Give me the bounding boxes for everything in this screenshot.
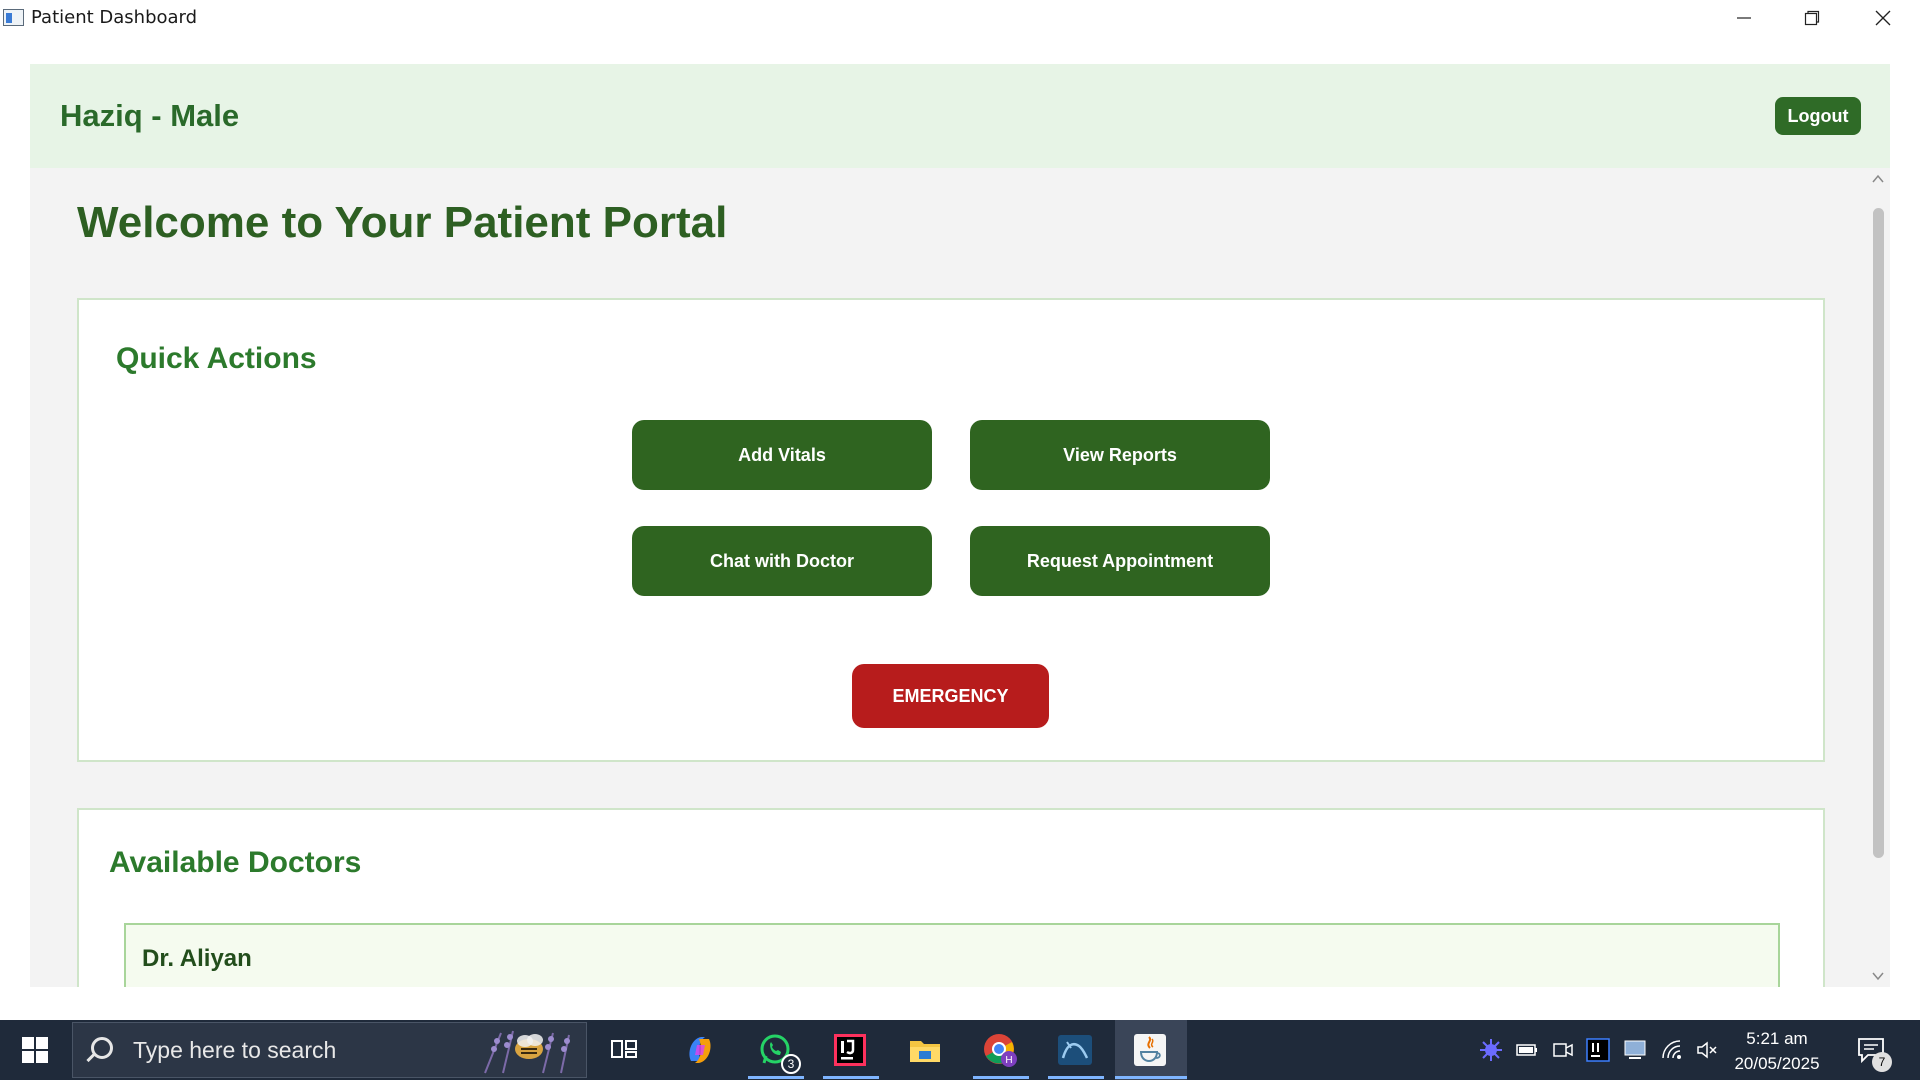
chrome-running-indicator: [973, 1076, 1029, 1079]
vertical-scrollbar[interactable]: [1868, 168, 1890, 987]
notification-count-badge: 7: [1872, 1052, 1892, 1072]
battery-icon[interactable]: [1515, 1038, 1539, 1062]
mute-icon[interactable]: [1695, 1038, 1719, 1062]
maximize-button[interactable]: [1778, 0, 1846, 36]
view-reports-button[interactable]: View Reports: [970, 420, 1270, 490]
request-appointment-button[interactable]: Request Appointment: [970, 526, 1270, 596]
app-window-icon: [3, 9, 24, 26]
emergency-button[interactable]: EMERGENCY: [852, 664, 1049, 728]
available-doctors-card: Available Doctors Dr. Aliyan: [77, 808, 1825, 987]
close-button[interactable]: [1849, 0, 1917, 36]
wifi-icon[interactable]: [1660, 1038, 1684, 1062]
page-title: Welcome to Your Patient Portal: [77, 198, 728, 247]
patient-header: Haziq - Male Logout: [30, 64, 1890, 168]
minimize-button[interactable]: [1710, 0, 1778, 36]
taskbar-search-box[interactable]: Type here to search: [72, 1022, 587, 1078]
chrome-button[interactable]: H: [980, 1030, 1020, 1070]
widget-icon[interactable]: [1479, 1038, 1503, 1062]
scroll-up-arrow-icon[interactable]: [1872, 172, 1884, 188]
task-view-icon: [611, 1040, 637, 1058]
clock-date: 20/05/2025: [1734, 1054, 1820, 1073]
mysql-running-indicator: [1048, 1076, 1104, 1079]
intellij-tray-icon[interactable]: [1586, 1038, 1610, 1062]
doctor-list-item[interactable]: Dr. Aliyan: [124, 923, 1780, 987]
search-placeholder: Type here to search: [133, 1037, 337, 1063]
chat-with-doctor-button[interactable]: Chat with Doctor: [632, 526, 932, 596]
whatsapp-unread-badge: 3: [781, 1054, 801, 1074]
chrome-icon: H: [984, 1034, 1017, 1067]
window-title-bar: Patient Dashboard: [0, 0, 1920, 36]
file-explorer-button[interactable]: [905, 1030, 945, 1070]
whatsapp-running-indicator: [748, 1076, 804, 1079]
quick-actions-title: Quick Actions: [116, 342, 317, 375]
logout-button[interactable]: Logout: [1775, 97, 1861, 135]
copilot-icon: [689, 1037, 711, 1063]
display-icon[interactable]: [1623, 1038, 1647, 1062]
start-button[interactable]: [0, 1020, 70, 1080]
search-icon: [91, 1037, 113, 1059]
main-content[interactable]: Welcome to Your Patient Portal Quick Act…: [30, 168, 1868, 987]
file-explorer-icon: [910, 1041, 940, 1062]
intellij-running-indicator: [823, 1076, 879, 1079]
windows-taskbar: Type here to search 3 H 5:21 am 20/05/20…: [0, 1020, 1920, 1080]
taskbar-clock[interactable]: 5:21 am 20/05/2025: [1722, 1026, 1832, 1076]
windows-logo-icon: [22, 1037, 48, 1063]
search-highlight-lavender-icon: [484, 1030, 570, 1074]
copilot-button[interactable]: [680, 1030, 720, 1070]
java-app-running-indicator: [1115, 1076, 1187, 1079]
mysql-workbench-icon: [1058, 1035, 1092, 1065]
scroll-down-arrow-icon[interactable]: [1872, 969, 1884, 985]
whatsapp-button[interactable]: 3: [755, 1030, 801, 1074]
intellij-button[interactable]: [830, 1030, 870, 1070]
minimize-icon: [1737, 17, 1751, 19]
patient-name-gender: Haziq - Male: [60, 98, 240, 133]
meet-icon[interactable]: [1551, 1038, 1575, 1062]
java-app-button[interactable]: [1130, 1030, 1170, 1070]
java-icon: [1134, 1034, 1166, 1066]
doctor-name: Dr. Aliyan: [142, 945, 252, 972]
mysql-workbench-button[interactable]: [1055, 1030, 1095, 1070]
maximize-icon: [1804, 10, 1820, 26]
svg-text:H: H: [1005, 1055, 1012, 1066]
clock-time: 5:21 am: [1746, 1029, 1808, 1048]
available-doctors-title: Available Doctors: [109, 846, 362, 879]
quick-actions-card: Quick Actions Add Vitals View Reports Ch…: [77, 298, 1825, 762]
window-title: Patient Dashboard: [31, 7, 198, 28]
close-icon: [1875, 10, 1891, 26]
task-view-button[interactable]: [604, 1030, 644, 1070]
intellij-icon: [834, 1034, 866, 1066]
add-vitals-button[interactable]: Add Vitals: [632, 420, 932, 490]
scrollbar-thumb[interactable]: [1873, 208, 1884, 858]
